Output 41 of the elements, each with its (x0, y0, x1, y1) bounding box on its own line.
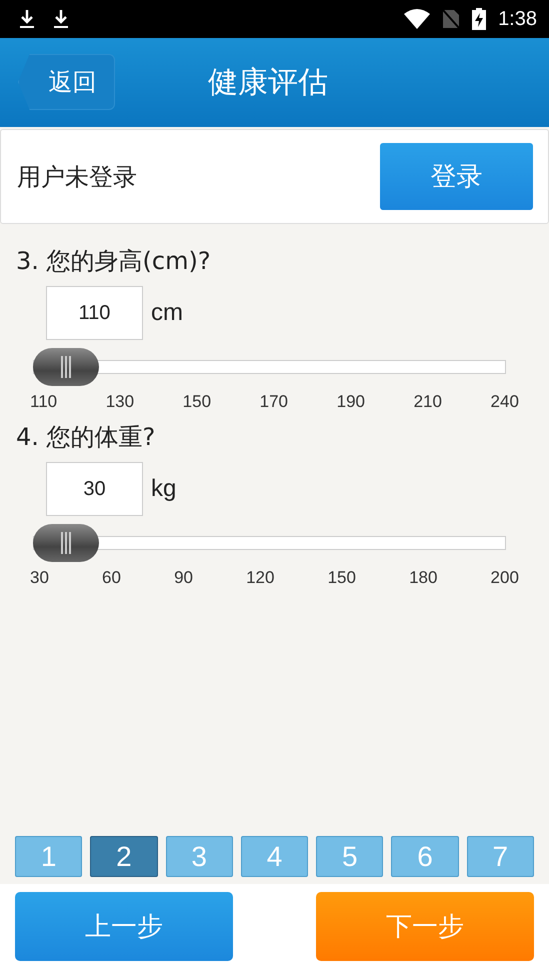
tick-label: 120 (246, 568, 274, 588)
previous-button[interactable]: 上一步 (15, 892, 233, 961)
unit-label: cm (151, 299, 183, 327)
next-button[interactable]: 下一步 (316, 892, 534, 961)
page-tab[interactable]: 6 (391, 836, 459, 877)
wifi-icon (404, 9, 430, 29)
tick-label: 150 (328, 568, 356, 588)
tick-label: 90 (174, 568, 193, 588)
page-title: 健康评估 (208, 64, 328, 102)
tick-label: 30 (30, 568, 49, 588)
slider-thumb[interactable] (33, 524, 99, 562)
page-tab[interactable]: 4 (240, 836, 308, 877)
page-tab[interactable]: 2 (90, 836, 158, 877)
download-icon (18, 9, 36, 29)
slider-thumb[interactable] (33, 348, 99, 386)
page-tab[interactable]: 1 (15, 836, 82, 877)
tick-label: 200 (490, 568, 519, 588)
page-tab[interactable]: 5 (316, 836, 384, 877)
question-label: 4. 您的体重? (16, 422, 156, 453)
tick-label: 60 (102, 568, 121, 588)
back-button[interactable]: 返回 (18, 54, 115, 110)
tick-label: 110 (30, 392, 58, 412)
value-field[interactable]: 30 (46, 462, 143, 516)
unit-label: kg (151, 475, 176, 503)
login-status-text: 用户未登录 (17, 162, 137, 192)
page-tab[interactable]: 3 (166, 836, 233, 877)
download-icon (52, 9, 70, 29)
tick-label: 130 (106, 392, 134, 412)
tick-label: 150 (182, 392, 212, 412)
no-sim-icon (442, 9, 460, 29)
tick-label: 180 (409, 568, 438, 588)
question-label: 3. 您的身高(cm)? (16, 246, 212, 277)
clock-time: 1:38 (498, 8, 537, 30)
tick-label: 170 (260, 392, 288, 412)
tick-label: 190 (336, 392, 365, 412)
tick-label: 240 (490, 392, 519, 412)
login-button[interactable]: 登录 (380, 143, 533, 210)
value-field[interactable]: 110 (46, 286, 143, 340)
tick-label: 210 (414, 392, 442, 412)
page-tab[interactable]: 7 (466, 836, 534, 877)
battery-charging-icon (472, 8, 486, 30)
